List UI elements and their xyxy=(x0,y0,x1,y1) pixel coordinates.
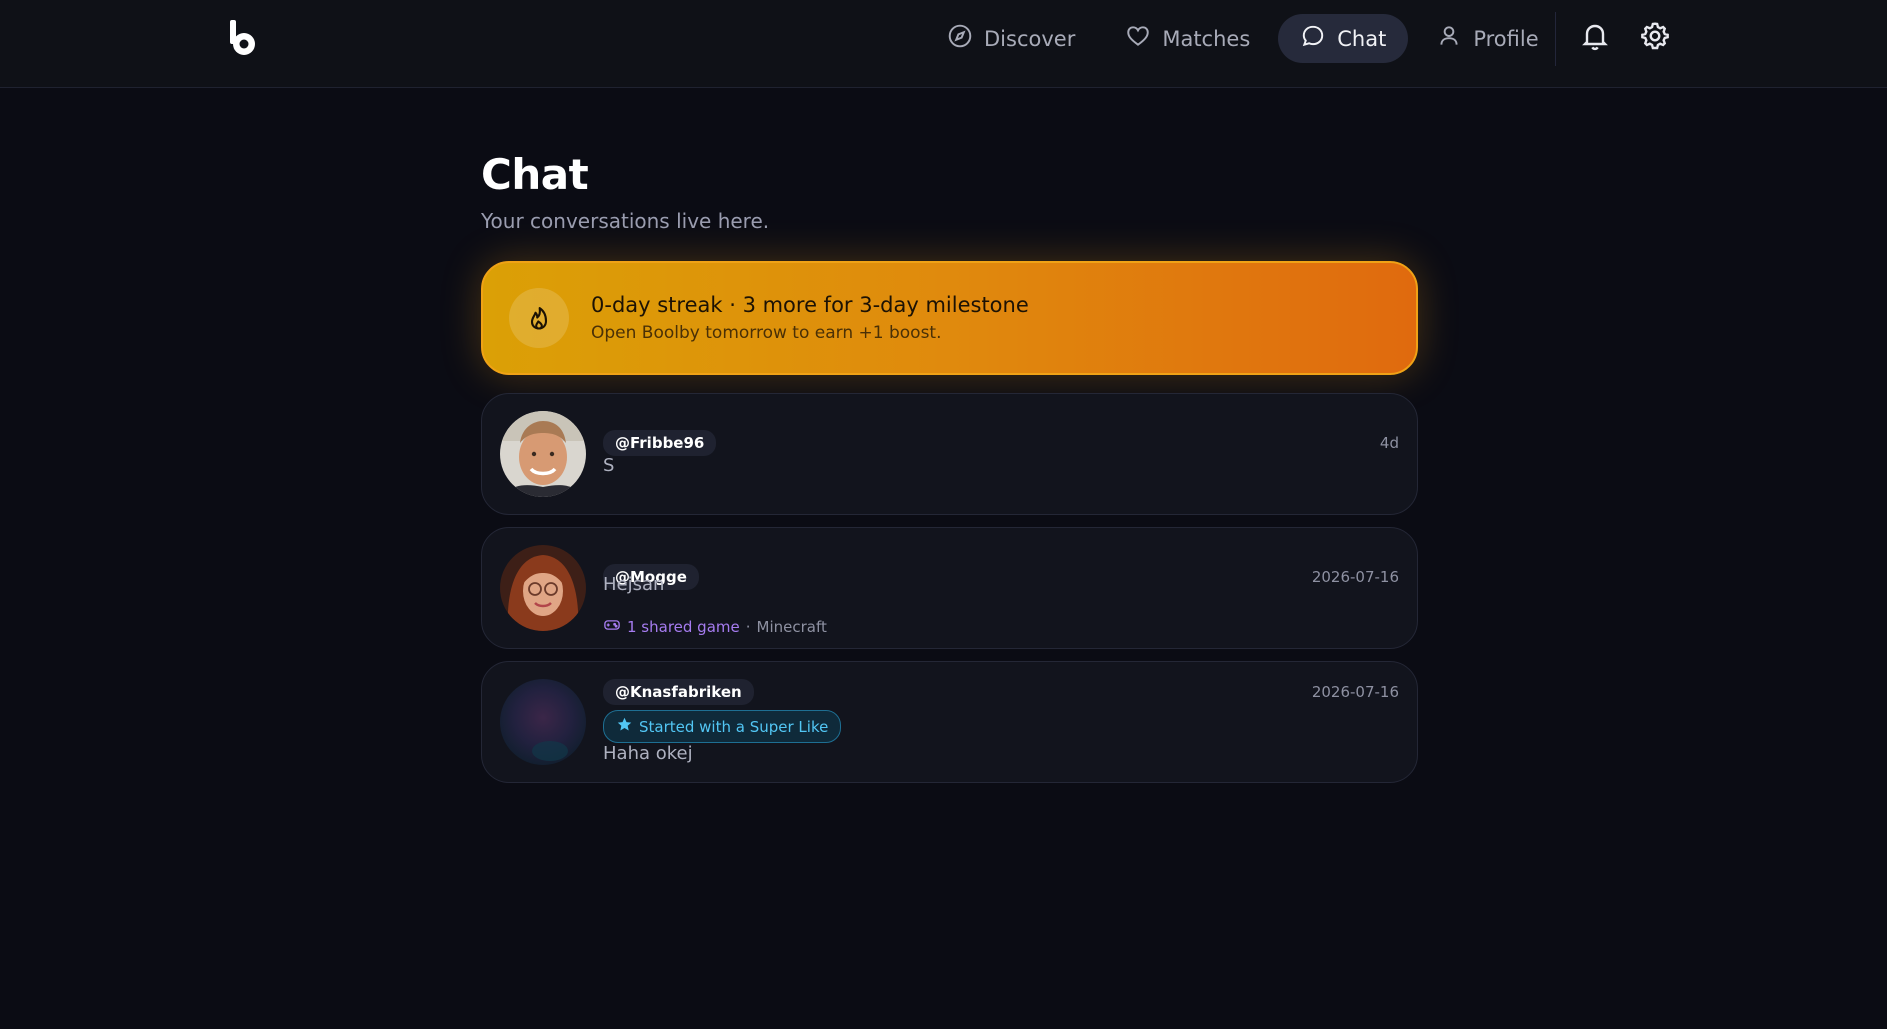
notifications-button[interactable] xyxy=(1577,20,1613,56)
page-subtitle: Your conversations live here. xyxy=(481,209,770,233)
streak-title: 0-day streak · 3 more for 3-day mileston… xyxy=(591,293,1029,317)
settings-button[interactable] xyxy=(1637,20,1673,56)
avatar xyxy=(500,679,586,765)
chat-preview: Hejsan xyxy=(603,574,665,595)
main-nav: Discover Matches Chat Profile xyxy=(925,14,1561,63)
chat-bubble-icon xyxy=(1300,23,1326,54)
flame-icon xyxy=(509,288,569,348)
shared-games-count: 1 shared game xyxy=(627,618,740,636)
star-icon xyxy=(616,716,633,737)
bell-icon xyxy=(1579,20,1611,56)
conversation-list: @Fribbe96 4d S @Mogge 2026-07-16 Hejsan xyxy=(481,393,1418,795)
conversation-item[interactable]: @Mogge 2026-07-16 Hejsan 1 shared game ·… xyxy=(481,527,1418,649)
super-like-label: Started with a Super Like xyxy=(639,717,829,736)
chat-time: 4d xyxy=(1379,434,1399,452)
chat-page: Chat Your conversations live here. 0-day… xyxy=(481,150,1418,783)
streak-description: Open Boolby tomorrow to earn +1 boost. xyxy=(591,323,942,343)
compass-icon xyxy=(947,23,973,54)
chat-preview: Haha okej xyxy=(603,743,693,764)
nav-matches-label: Matches xyxy=(1162,26,1251,51)
chat-handle: @Knasfabriken xyxy=(603,679,754,705)
chat-time: 2026-07-16 xyxy=(1311,568,1399,586)
avatar xyxy=(500,411,586,497)
nav-matches[interactable]: Matches xyxy=(1103,14,1272,63)
chat-handle: @Fribbe96 xyxy=(603,430,717,456)
top-nav-bar: Discover Matches Chat Profile xyxy=(0,0,1887,88)
conversation-item[interactable]: @Fribbe96 4d S xyxy=(481,393,1418,515)
avatar xyxy=(500,545,586,631)
nav-profile-label: Profile xyxy=(1473,26,1539,51)
shared-game-name: Minecraft xyxy=(756,618,827,636)
nav-discover-label: Discover xyxy=(984,26,1076,51)
nav-chat[interactable]: Chat xyxy=(1278,14,1409,63)
nav-discover[interactable]: Discover xyxy=(925,14,1097,63)
chat-time: 2026-07-16 xyxy=(1311,683,1399,701)
nav-chat-label: Chat xyxy=(1337,26,1387,51)
nav-profile[interactable]: Profile xyxy=(1414,14,1560,63)
page-title: Chat xyxy=(481,150,589,199)
chat-preview: S xyxy=(603,455,615,476)
gamepad-icon xyxy=(603,616,621,638)
shared-games-row: 1 shared game · Minecraft xyxy=(603,616,827,638)
app-logo[interactable] xyxy=(228,19,260,57)
shared-games-separator: · xyxy=(745,618,751,636)
user-icon xyxy=(1436,23,1462,54)
streak-banner[interactable]: 0-day streak · 3 more for 3-day mileston… xyxy=(481,261,1418,375)
conversation-item[interactable]: @Knasfabriken 2026-07-16 Started with a … xyxy=(481,661,1418,783)
nav-divider xyxy=(1555,12,1556,66)
gear-icon xyxy=(1639,20,1671,56)
heart-icon xyxy=(1125,23,1151,54)
super-like-badge: Started with a Super Like xyxy=(603,710,842,743)
